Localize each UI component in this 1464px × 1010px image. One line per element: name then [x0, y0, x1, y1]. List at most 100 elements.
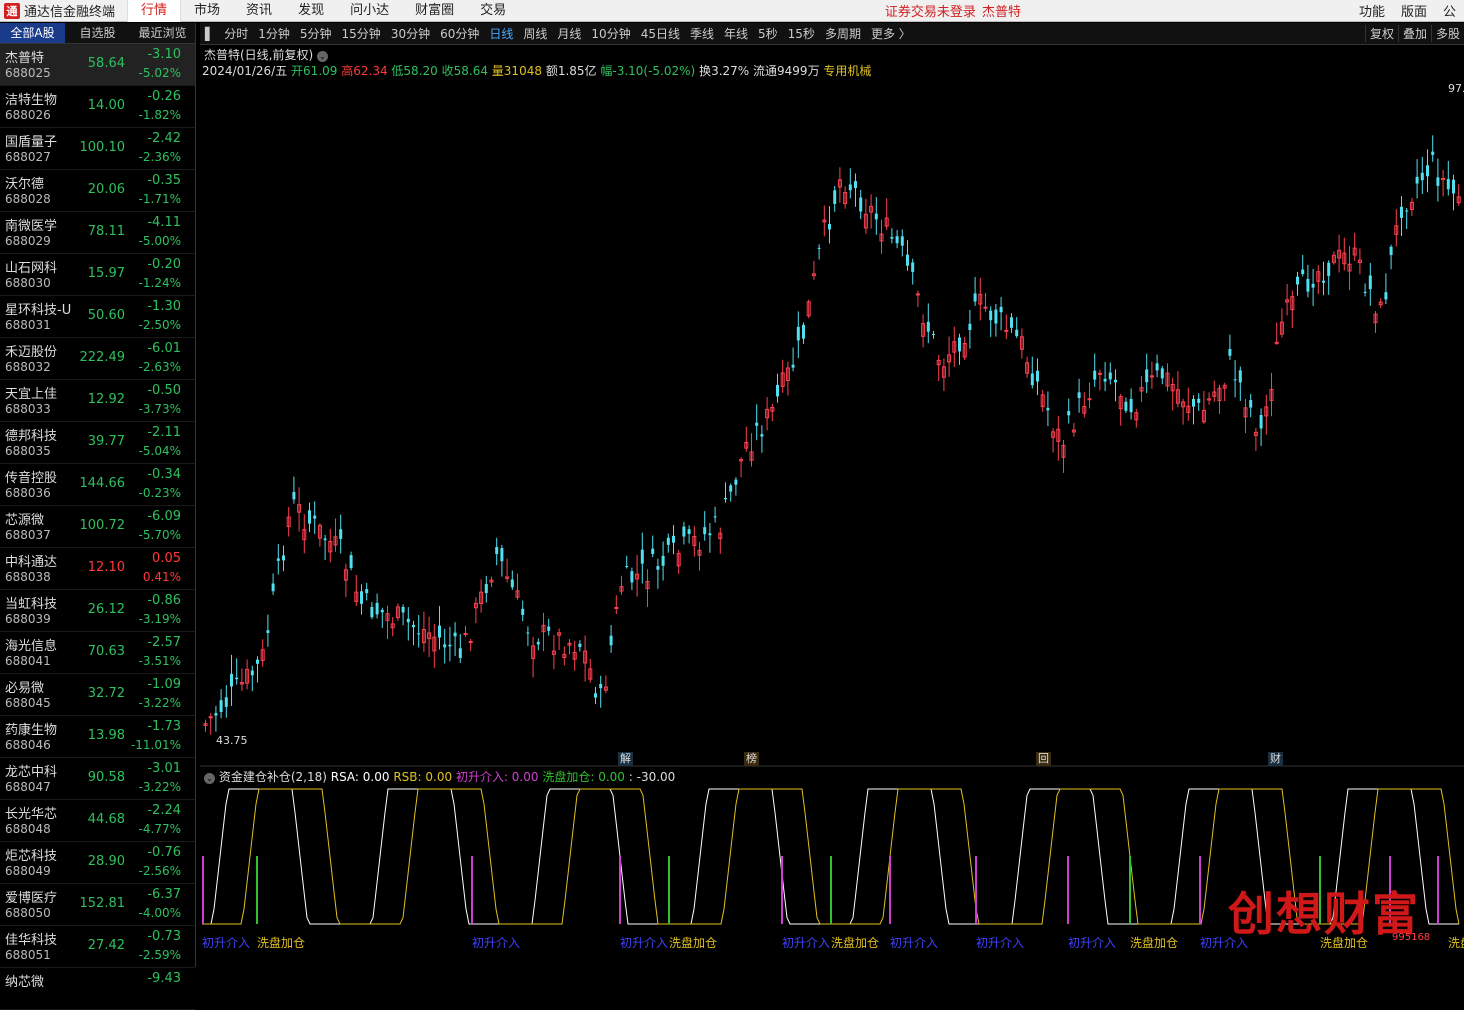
stock-change: -1.09 [147, 677, 181, 692]
period-button[interactable]: 10分钟 [586, 25, 635, 42]
period-button[interactable]: 15秒 [783, 25, 820, 42]
stock-code: 688035 [5, 444, 51, 458]
login-status[interactable]: 证券交易未登录 [885, 1, 976, 20]
candle-body [672, 535, 675, 543]
marker-unlock[interactable]: 解 [618, 752, 633, 766]
period-button[interactable]: 45日线 [636, 25, 685, 42]
info-high: 高62.34 [341, 64, 388, 78]
stock-row[interactable]: 天宜上佳 688033 12.92 -0.50 -3.73% [0, 380, 195, 422]
candle-body [526, 632, 530, 634]
menu-ask[interactable]: 问小达 [337, 0, 402, 22]
marker-finance[interactable]: 财 [1268, 752, 1283, 766]
chart-area[interactable]: 杰普特(日线,前复权) ⌄ 2024/01/26/五 开61.09 高62.34… [200, 44, 1464, 967]
period-button[interactable]: 季线 [685, 25, 719, 42]
stock-row[interactable]: 南微医学 688029 78.11 -4.11 -5.00% [0, 212, 195, 254]
stock-percent: -3.73% [138, 402, 181, 416]
stock-row[interactable]: 沃尔德 688028 20.06 -0.35 -1.71% [0, 170, 195, 212]
marker-buyback[interactable]: 回 [1036, 752, 1051, 766]
tab-all-a[interactable]: 全部A股 [0, 23, 65, 43]
stock-change: -0.34 [147, 467, 181, 482]
stock-price: 28.90 [87, 854, 125, 869]
tab-recent[interactable]: 最近浏览 [130, 23, 195, 43]
period-button[interactable]: 日线 [484, 25, 518, 42]
stock-row[interactable]: 炬芯科技 688049 28.90 -0.76 -2.56% [0, 842, 195, 884]
stock-row[interactable]: 芯源微 688037 100.72 -6.09 -5.70% [0, 506, 195, 548]
stock-row[interactable]: 洁特生物 688026 14.00 -0.26 -1.82% [0, 86, 195, 128]
candle-body [666, 537, 670, 545]
menu-discover[interactable]: 发现 [285, 0, 337, 22]
stock-percent: -5.04% [138, 444, 181, 458]
candle-body [968, 323, 972, 330]
stock-row[interactable]: 中科通达 688038 12.10 0.05 0.41% [0, 548, 195, 590]
chevron-down-icon[interactable]: ⌄ [204, 773, 215, 784]
sidebar-toggle-icon[interactable]: ▌ [200, 27, 219, 41]
period-button[interactable]: 30分钟 [386, 25, 435, 42]
period-button[interactable]: 1分钟 [253, 25, 295, 42]
stock-row[interactable]: 杰普特 688025 58.64 -3.10 -5.02% [0, 44, 195, 86]
stock-percent: -4.77% [138, 822, 181, 836]
stock-percent: -2.63% [138, 360, 181, 374]
stock-name: 沃尔德 [5, 177, 45, 192]
candle-body [510, 579, 514, 588]
stock-row[interactable]: 当虹科技 688039 26.12 -0.86 -3.19% [0, 590, 195, 632]
menu-market[interactable]: 市场 [181, 0, 233, 22]
marker-list[interactable]: 榜 [744, 752, 759, 766]
candle-body [1010, 317, 1013, 328]
stock-price: 100.72 [79, 518, 126, 533]
info-industry[interactable]: 专用机械 [823, 64, 871, 78]
period-button[interactable]: 分时 [219, 25, 253, 42]
stock-row[interactable]: 纳芯微 -9.43 [0, 968, 195, 1010]
indicator-name[interactable]: 资金建仓补仓(2,18) [219, 770, 327, 784]
multi-stock-button[interactable]: 多股 [1430, 25, 1464, 42]
chevron-down-icon[interactable]: ⌄ [317, 51, 329, 62]
period-button[interactable]: 5秒 [753, 25, 783, 42]
period-button[interactable]: 月线 [552, 25, 586, 42]
menu-wealth-circle[interactable]: 财富圈 [402, 0, 467, 22]
stock-code: 688048 [5, 822, 51, 836]
stock-price: 44.68 [87, 812, 125, 827]
stock-row[interactable]: 国盾量子 688027 100.10 -2.42 -2.36% [0, 128, 195, 170]
period-button[interactable]: 5分钟 [295, 25, 337, 42]
stock-row[interactable]: 爱博医疗 688050 152.81 -6.37 -4.00% [0, 884, 195, 926]
menu-trade[interactable]: 交易 [467, 0, 519, 22]
candle-body [463, 633, 468, 636]
stock-row[interactable]: 佳华科技 688051 27.42 -0.73 -2.59% [0, 926, 195, 968]
stock-row[interactable]: 传音控股 688036 144.66 -0.34 -0.23% [0, 464, 195, 506]
candle-body [1197, 398, 1201, 403]
stock-row[interactable]: 星环科技-U 688031 50.60 -1.30 -2.50% [0, 296, 195, 338]
period-button[interactable]: 15分钟 [337, 25, 386, 42]
period-button[interactable]: 60分钟 [435, 25, 484, 42]
stock-name: 纳芯微 [5, 975, 45, 990]
chart-title-text: 杰普特(日线,前复权) [204, 48, 314, 62]
stock-row[interactable]: 龙芯中科 688047 90.58 -3.01 -3.22% [0, 758, 195, 800]
overlay-button[interactable]: 叠加 [1397, 25, 1431, 42]
menu-news[interactable]: 资讯 [233, 0, 285, 22]
candle-body [448, 644, 452, 647]
menu-quotes[interactable]: 行情 [127, 0, 182, 22]
stock-row[interactable]: 禾迈股份 688032 222.49 -6.01 -2.63% [0, 338, 195, 380]
stock-row[interactable]: 海光信息 688041 70.63 -2.57 -3.51% [0, 632, 195, 674]
ohlc-info: 2024/01/26/五 开61.09 高62.34 低58.20 收58.64… [202, 62, 871, 79]
stock-list-panel: 全部A股 自选股 最近浏览 杰普特 688025 58.64 -3.10 -5.02% 洁… [0, 23, 196, 1010]
stock-row[interactable]: 药康生物 688046 13.98 -1.73 -11.01% [0, 716, 195, 758]
menu-public[interactable]: 公 [1435, 1, 1464, 20]
period-button[interactable]: 更多 〉 [866, 25, 916, 42]
stock-row[interactable]: 德邦科技 688035 39.77 -2.11 -5.04% [0, 422, 195, 464]
candle-body [271, 583, 275, 592]
menu-layout[interactable]: 版面 [1393, 1, 1435, 20]
stock-row[interactable]: 山石网科 688030 15.97 -0.20 -1.24% [0, 254, 195, 296]
candle-body [370, 606, 374, 618]
menu-function[interactable]: 功能 [1351, 1, 1393, 20]
period-button[interactable]: 年线 [719, 25, 753, 42]
stock-row[interactable]: 必易微 688045 32.72 -1.09 -3.22% [0, 674, 195, 716]
adjust-button[interactable]: 复权 [1364, 25, 1398, 42]
candle-body [859, 197, 863, 212]
period-button[interactable]: 多周期 [820, 25, 866, 42]
stock-row[interactable]: 长光华芯 688048 44.68 -2.24 -4.77% [0, 800, 195, 842]
period-button[interactable]: 周线 [518, 25, 552, 42]
tab-watchlist[interactable]: 自选股 [65, 23, 130, 43]
candle-body [266, 630, 270, 633]
kline-chart[interactable] [200, 44, 1464, 967]
stock-price: 32.72 [87, 686, 125, 701]
stock-change: -6.01 [147, 341, 181, 356]
